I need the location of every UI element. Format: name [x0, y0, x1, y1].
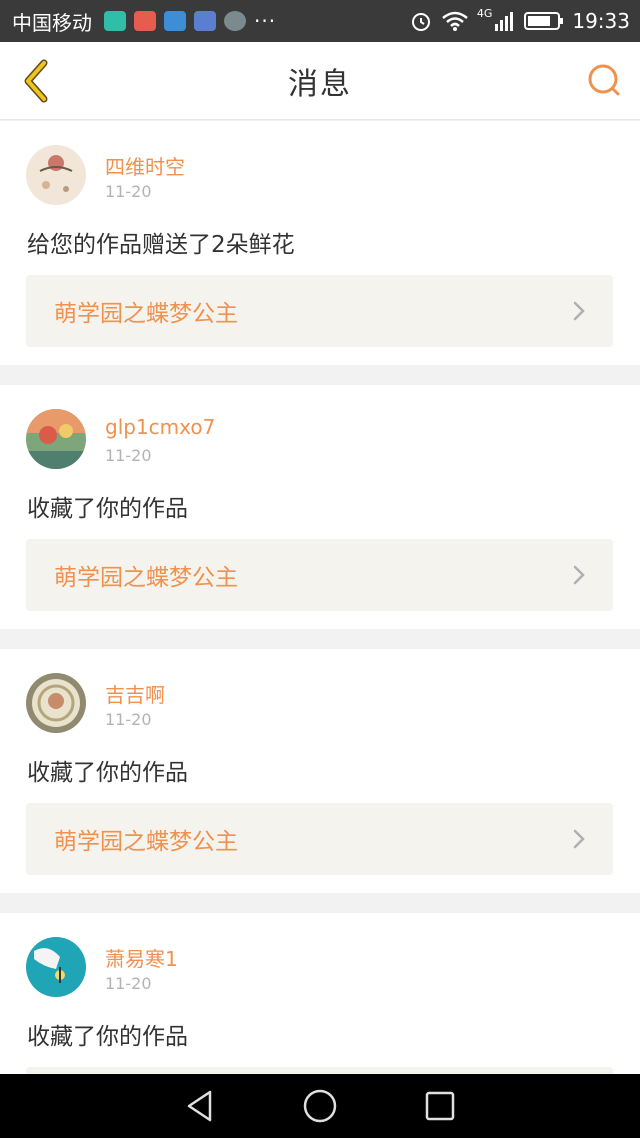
avatar[interactable] — [26, 937, 86, 997]
more-notifications-icon: ··· — [254, 9, 277, 33]
alarm-icon — [411, 13, 430, 31]
chevron-right-icon — [573, 829, 585, 849]
status-right: 4G 19:33 — [409, 6, 630, 33]
nav-back-button[interactable] — [180, 1086, 220, 1126]
message-date: 11-20 — [105, 446, 152, 465]
work-title: 萌学园之蝶梦公主 — [54, 565, 238, 591]
work-title: 萌学园之蝶梦公主 — [54, 829, 238, 855]
message-date: 11-20 — [105, 710, 152, 729]
page-title: 消息 — [288, 66, 352, 102]
message-action-text: 给您的作品赠送了2朵鲜花 — [27, 232, 295, 258]
chevron-left-icon — [24, 59, 48, 103]
message-date: 11-20 — [105, 974, 152, 993]
username[interactable]: 吉吉啊 — [105, 679, 165, 708]
avatar[interactable] — [26, 145, 86, 205]
work-title: 萌学园之蝶梦公主 — [54, 301, 238, 327]
message-card: glp1cmxo7 11-20 收藏了你的作品 萌学园之蝶梦公主 — [0, 385, 640, 629]
system-nav-bar — [0, 1074, 640, 1138]
chevron-right-icon — [573, 301, 585, 321]
back-button[interactable] — [16, 58, 56, 104]
search-button[interactable] — [584, 60, 624, 100]
username[interactable]: glp1cmxo7 — [105, 415, 215, 439]
notification-app-icon — [194, 11, 216, 31]
work-link[interactable]: 萌学园之蝶梦公主 — [26, 803, 613, 875]
message-action-text: 收藏了你的作品 — [27, 496, 188, 522]
message-card: 吉吉啊 11-20 收藏了你的作品 萌学园之蝶梦公主 — [0, 649, 640, 893]
circle-home-icon — [303, 1089, 337, 1123]
square-recents-icon — [425, 1091, 455, 1121]
header: 消息 — [0, 42, 640, 120]
message-date: 11-20 — [105, 182, 152, 201]
notification-app-icon — [164, 11, 186, 31]
clock-label: 19:33 — [572, 9, 630, 33]
wifi-icon — [442, 11, 468, 31]
username[interactable]: 四维时空 — [105, 151, 185, 180]
network-type-label: 4G — [476, 6, 493, 20]
work-link[interactable]: 萌学园之蝶梦公主 — [26, 275, 613, 347]
carrier-label: 中国移动 — [12, 10, 92, 35]
triangle-back-icon — [187, 1090, 212, 1122]
notification-app-icon — [104, 11, 126, 31]
avatar[interactable] — [26, 673, 86, 733]
nav-recents-button[interactable] — [420, 1086, 460, 1126]
work-link[interactable]: 萌学园之蝶梦公主 — [26, 539, 613, 611]
notification-app-icon — [134, 11, 156, 31]
avatar[interactable] — [26, 409, 86, 469]
notification-app-icon — [224, 11, 246, 31]
status-bar: 中国移动 ··· 4G 19:33 — [0, 0, 640, 42]
message-action-text: 收藏了你的作品 — [27, 1024, 188, 1050]
message-action-text: 收藏了你的作品 — [27, 760, 188, 786]
chevron-right-icon — [573, 565, 585, 585]
username[interactable]: 萧易寒1 — [105, 943, 178, 972]
message-list: 四维时空 11-20 给您的作品赠送了2朵鲜花 萌学园之蝶梦公主 glp1cmx… — [0, 121, 640, 1138]
status-left: 中国移动 ··· — [12, 7, 276, 36]
signal-icon — [495, 12, 514, 31]
battery-icon — [524, 12, 564, 30]
screen: 中国移动 ··· 4G 19:33 消息 四维时空 11-20 给您的作品赠送了… — [0, 0, 640, 1138]
search-icon — [588, 64, 620, 96]
message-card: 四维时空 11-20 给您的作品赠送了2朵鲜花 萌学园之蝶梦公主 — [0, 121, 640, 365]
nav-home-button[interactable] — [300, 1086, 340, 1126]
